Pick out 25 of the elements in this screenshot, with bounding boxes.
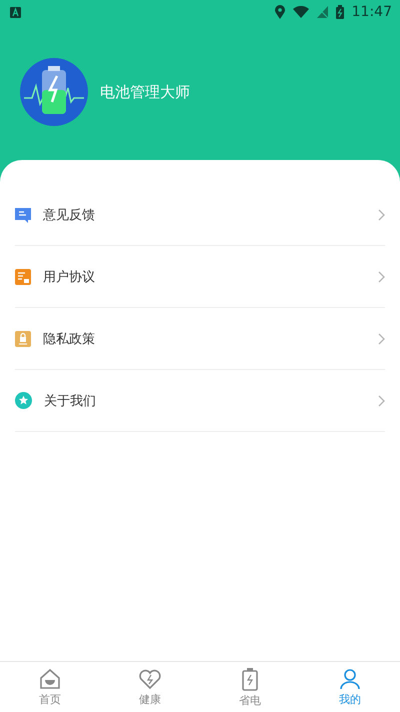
no-signal-icon — [316, 6, 328, 18]
heart-icon — [138, 668, 162, 690]
menu-item[interactable]: 关于我们 — [15, 370, 385, 432]
chevron-right-icon — [378, 270, 385, 282]
menu-item[interactable]: 意见反馈 — [15, 184, 385, 246]
chat-icon — [15, 206, 31, 222]
lock-icon — [15, 330, 31, 346]
chevron-right-icon — [378, 208, 385, 220]
wifi-icon — [292, 6, 309, 18]
home-icon — [38, 668, 62, 690]
clock-time: 11:47 — [352, 4, 392, 20]
battery-charging-icon — [336, 5, 344, 19]
app-logo-icon — [20, 58, 88, 126]
person-icon — [338, 668, 362, 690]
chevron-right-icon — [378, 394, 385, 406]
notification-icon — [10, 6, 21, 18]
location-icon — [274, 5, 285, 19]
menu-item[interactable]: 用户协议 — [15, 246, 385, 308]
nav-tab[interactable]: 健康 — [100, 662, 200, 712]
document-icon — [15, 268, 31, 284]
nav-tab[interactable]: 首页 — [0, 662, 100, 712]
app-name: 电池管理大师 — [100, 82, 190, 102]
nav-tab[interactable]: 省电 — [200, 662, 300, 712]
chevron-right-icon — [378, 332, 385, 344]
menu-item[interactable]: 隐私政策 — [15, 308, 385, 370]
